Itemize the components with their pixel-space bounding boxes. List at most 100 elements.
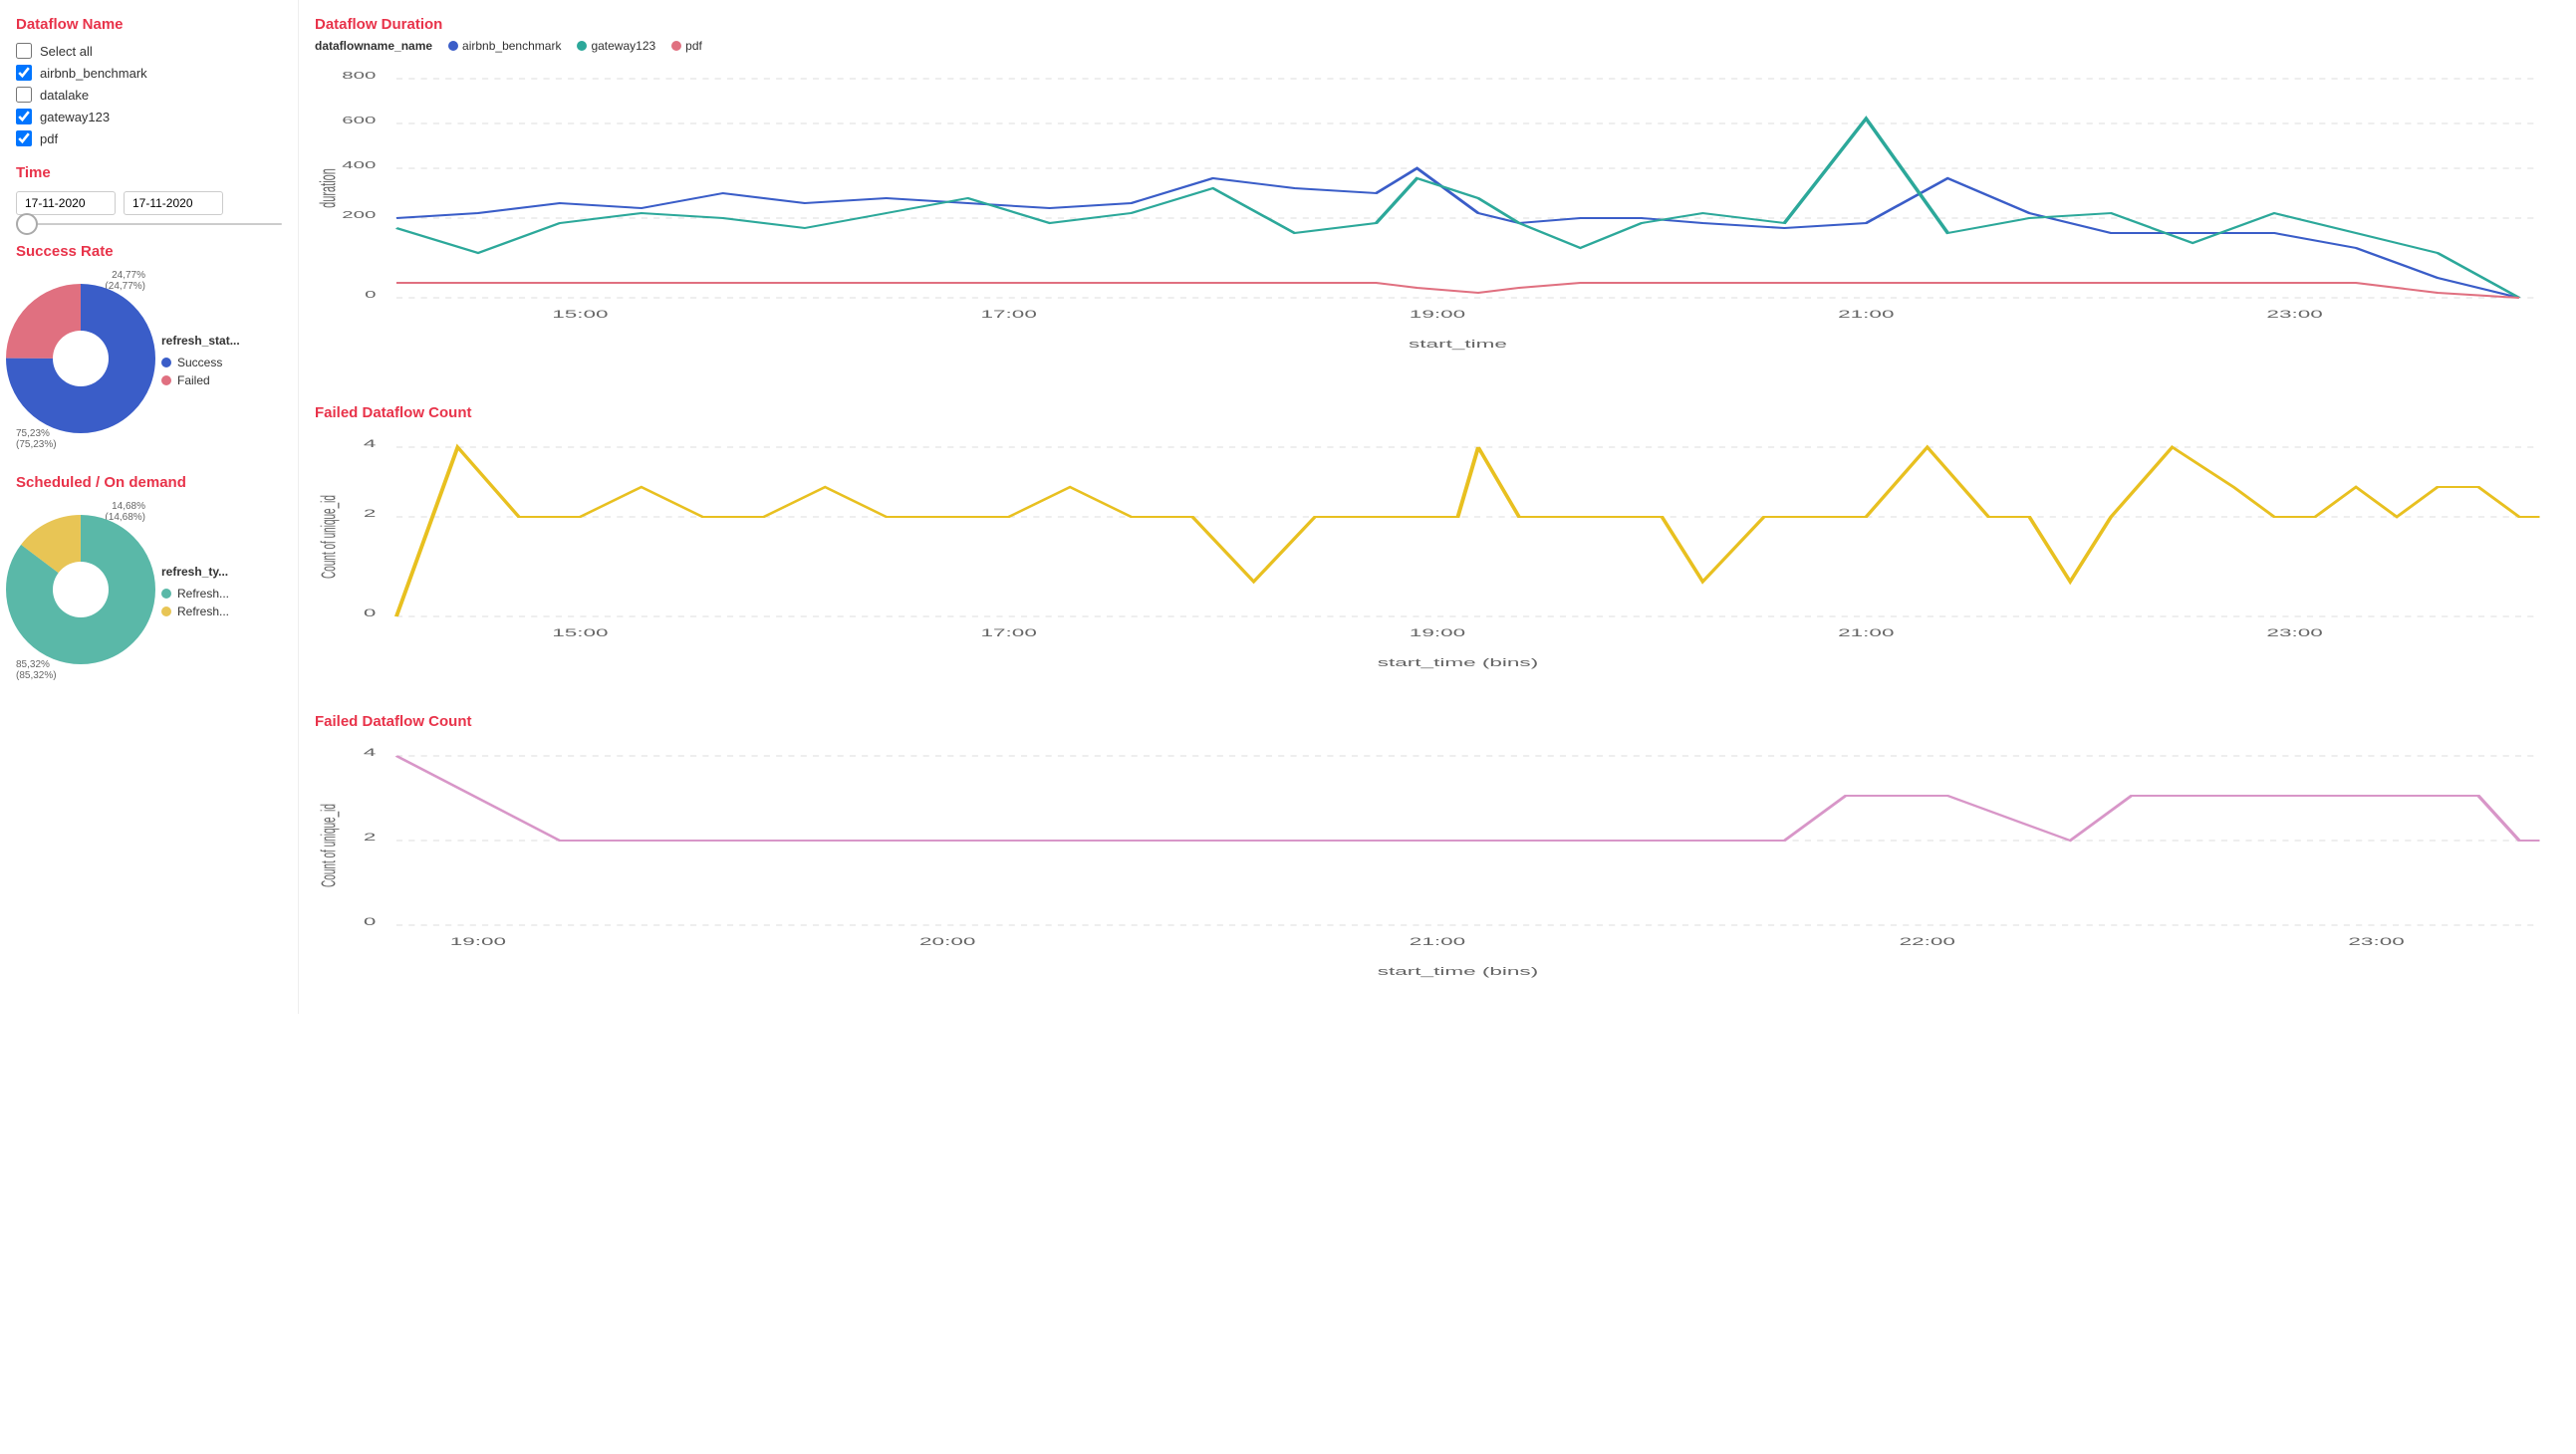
datalake-item[interactable]: datalake	[16, 87, 282, 103]
date-to-input[interactable]	[124, 191, 223, 215]
svg-text:Count of unique_id: Count of unique_id	[318, 804, 341, 887]
duration-legend: dataflowname_name airbnb_benchmark gatew…	[315, 39, 2560, 53]
refresh2-label: Refresh...	[177, 605, 229, 618]
svg-text:duration: duration	[315, 168, 340, 208]
failed-label: Failed	[177, 373, 210, 387]
duration-legend-airbnb: airbnb_benchmark	[448, 39, 561, 53]
svg-text:start_time (bins): start_time (bins)	[1378, 656, 1538, 669]
airbnb-label: airbnb_benchmark	[40, 66, 147, 81]
time-slider-thumb[interactable]	[16, 213, 38, 235]
datalake-checkbox[interactable]	[16, 87, 32, 103]
select-all-checkbox[interactable]	[16, 43, 32, 59]
duration-chart-container: Dataflow Duration dataflowname_name airb…	[315, 16, 2560, 380]
scheduled-legend-refresh1: Refresh...	[161, 587, 229, 601]
dataflow-checkbox-list: Select all airbnb_benchmark datalake gat…	[16, 43, 282, 146]
scheduled-title: Scheduled / On demand	[16, 474, 282, 491]
failed-count2-svg: 4 2 0 Count of unique_id 19:00 20:00 21:…	[315, 736, 2560, 995]
svg-text:19:00: 19:00	[1410, 308, 1466, 320]
refresh1-label: Refresh...	[177, 587, 229, 601]
duration-legend-gateway: gateway123	[577, 39, 655, 53]
svg-text:21:00: 21:00	[1410, 935, 1466, 947]
svg-text:15:00: 15:00	[552, 308, 609, 320]
time-inputs	[16, 191, 282, 215]
date-from-input[interactable]	[16, 191, 116, 215]
duration-legend-airbnb-label: airbnb_benchmark	[462, 39, 561, 53]
success-rate-section: Success Rate 24,77%(24,77%) 75,23%(75,23…	[16, 243, 282, 450]
scheduled-pie-wrapper: 14,68%(14,68%) 85,32%(85,32%) refresh_ty…	[16, 501, 282, 681]
duration-chart-svg: 800 600 400 200 0 duration 15:00 17:00 1…	[315, 59, 2560, 377]
svg-text:4: 4	[364, 437, 377, 449]
refresh1-dot	[161, 589, 171, 599]
svg-text:19:00: 19:00	[1410, 626, 1466, 638]
failed-count-svg: 4 2 0 Count of unique_id 15:00 17:00 19:…	[315, 427, 2560, 686]
time-slider-track[interactable]	[16, 223, 282, 225]
scheduled-pie-chart	[16, 525, 145, 654]
success-legend: refresh_stat... Success Failed	[161, 334, 240, 387]
scheduled-legend-title: refresh_ty...	[161, 565, 229, 579]
svg-text:2: 2	[364, 831, 377, 843]
svg-text:21:00: 21:00	[1838, 308, 1895, 320]
success-pie-container: 24,77%(24,77%) 75,23%(75,23%)	[16, 270, 145, 450]
refresh2-dot	[161, 606, 171, 616]
gateway123-label: gateway123	[40, 110, 110, 124]
svg-text:0: 0	[364, 915, 377, 927]
svg-text:17:00: 17:00	[981, 626, 1038, 638]
svg-text:0: 0	[364, 606, 377, 618]
success-dot	[161, 358, 171, 367]
failed-dot	[161, 375, 171, 385]
duration-chart-title: Dataflow Duration	[315, 16, 2560, 33]
dataflow-name-title: Dataflow Name	[16, 16, 282, 33]
svg-text:2: 2	[364, 507, 377, 519]
svg-text:20:00: 20:00	[919, 935, 976, 947]
pdf-checkbox[interactable]	[16, 130, 32, 146]
datalake-label: datalake	[40, 88, 89, 103]
svg-text:0: 0	[365, 289, 376, 300]
success-label: Success	[177, 356, 222, 369]
airbnb-checkbox[interactable]	[16, 65, 32, 81]
svg-text:15:00: 15:00	[552, 626, 609, 638]
gateway123-checkbox[interactable]	[16, 109, 32, 124]
select-all-item[interactable]: Select all	[16, 43, 282, 59]
success-rate-title: Success Rate	[16, 243, 282, 260]
svg-text:23:00: 23:00	[2266, 626, 2323, 638]
duration-legend-field: dataflowname_name	[315, 39, 432, 53]
success-pie-wrapper: 24,77%(24,77%) 75,23%(75,23%) refresh_st…	[16, 270, 282, 450]
failed-count-title: Failed Dataflow Count	[315, 404, 2560, 421]
svg-text:4: 4	[364, 746, 377, 758]
svg-text:21:00: 21:00	[1838, 626, 1895, 638]
gateway123-item[interactable]: gateway123	[16, 109, 282, 124]
svg-text:600: 600	[342, 115, 376, 125]
failed-count2-chart-container: Failed Dataflow Count 4 2 0 Count of uni…	[315, 713, 2560, 998]
pdf-label: pdf	[40, 131, 58, 146]
svg-text:start_time (bins): start_time (bins)	[1378, 965, 1538, 978]
scheduled-section: Scheduled / On demand 14,68%(14,68%) 85,…	[16, 474, 282, 681]
scheduled-legend-refresh2: Refresh...	[161, 605, 229, 618]
time-title: Time	[16, 164, 282, 181]
airbnb-item[interactable]: airbnb_benchmark	[16, 65, 282, 81]
duration-legend-gateway-label: gateway123	[591, 39, 655, 53]
right-panel: Dataflow Duration dataflowname_name airb…	[299, 0, 2576, 1014]
success-legend-failed: Failed	[161, 373, 240, 387]
select-all-label: Select all	[40, 44, 93, 59]
svg-text:23:00: 23:00	[2348, 935, 2405, 947]
svg-text:22:00: 22:00	[1900, 935, 1956, 947]
scheduled-legend: refresh_ty... Refresh... Refresh...	[161, 565, 229, 618]
svg-text:start_time: start_time	[1409, 338, 1507, 351]
svg-text:17:00: 17:00	[981, 308, 1038, 320]
success-pie-chart	[16, 294, 145, 423]
svg-text:23:00: 23:00	[2266, 308, 2323, 320]
duration-legend-pdf: pdf	[671, 39, 702, 53]
svg-text:800: 800	[342, 70, 376, 81]
pdf-item[interactable]: pdf	[16, 130, 282, 146]
success-legend-title: refresh_stat...	[161, 334, 240, 348]
time-section: Time	[16, 164, 282, 225]
success-legend-success: Success	[161, 356, 240, 369]
left-panel: Dataflow Name Select all airbnb_benchmar…	[0, 0, 299, 1014]
duration-legend-pdf-label: pdf	[685, 39, 702, 53]
failed-count2-title: Failed Dataflow Count	[315, 713, 2560, 730]
svg-text:Count of unique_id: Count of unique_id	[318, 495, 341, 579]
svg-text:200: 200	[342, 209, 376, 220]
svg-text:400: 400	[342, 159, 376, 170]
failed-count-chart-container: Failed Dataflow Count 4 2 0 Count of uni…	[315, 404, 2560, 689]
svg-text:19:00: 19:00	[450, 935, 507, 947]
